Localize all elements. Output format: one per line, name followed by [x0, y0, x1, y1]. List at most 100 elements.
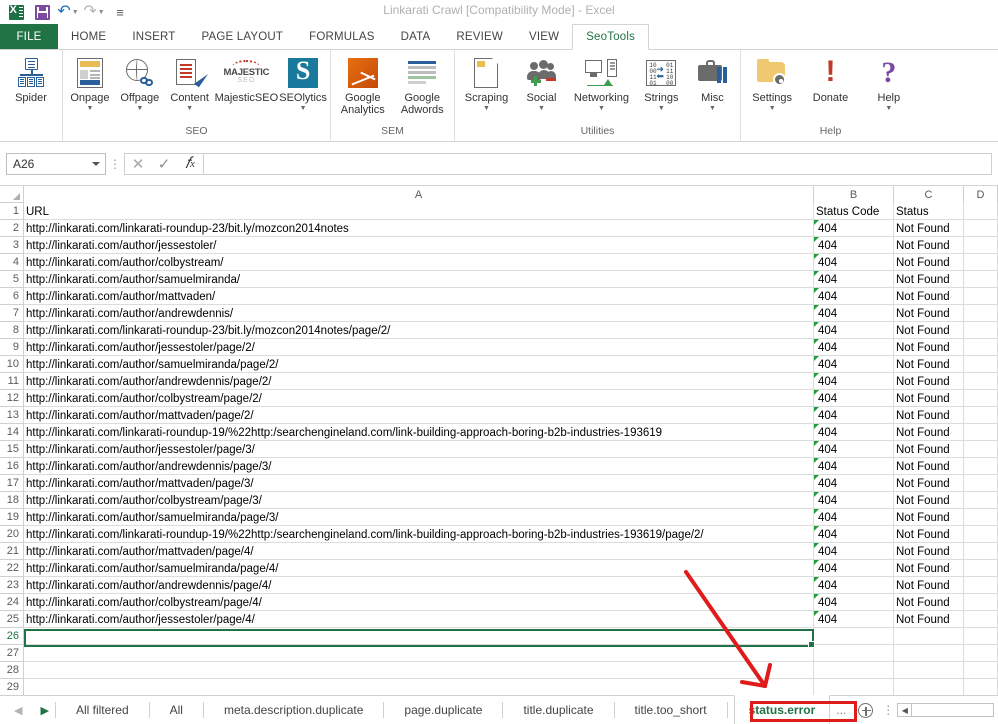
sheet-tab-all[interactable]: All — [156, 696, 197, 724]
row-header[interactable]: 25 — [0, 611, 23, 628]
cell-d[interactable] — [964, 458, 998, 475]
cell-status-code[interactable]: 404 — [814, 611, 894, 628]
select-all-button[interactable] — [0, 186, 24, 203]
cell-status-code[interactable]: 404 — [814, 526, 894, 543]
row-header[interactable]: 8 — [0, 322, 23, 339]
chevron-down-icon[interactable]: ▼ — [598, 105, 605, 113]
majesticseo-button[interactable]: MAJESTICSEO MajesticSEO — [215, 53, 279, 119]
google-adwords-button[interactable]: Google Adwords — [393, 53, 453, 119]
cell-d[interactable] — [964, 662, 998, 679]
cell-status[interactable]: Not Found — [894, 526, 964, 543]
cell-url[interactable] — [24, 679, 814, 695]
strings-button[interactable]: 1000110101111000 ➜⬅ Strings ▼ — [636, 53, 687, 119]
cell-d[interactable] — [964, 645, 998, 662]
cell-url[interactable]: http://linkarati.com/author/colbystream/… — [24, 390, 814, 407]
cell-status[interactable]: Not Found — [894, 220, 964, 237]
cell-status-code[interactable]: 404 — [814, 577, 894, 594]
enter-icon[interactable]: ✓ — [151, 154, 177, 174]
cell-status-code[interactable]: 404 — [814, 305, 894, 322]
cell-d[interactable] — [964, 628, 998, 645]
row-header[interactable]: 1 — [0, 203, 23, 220]
cell-d[interactable] — [964, 254, 998, 271]
row-header[interactable]: 13 — [0, 407, 23, 424]
google-analytics-button[interactable]: Google Analytics — [333, 53, 393, 119]
ribbon-tab-file[interactable]: FILE — [0, 24, 58, 50]
cell-status-code[interactable]: 404 — [814, 509, 894, 526]
cell-url[interactable]: http://linkarati.com/author/samuelmirand… — [24, 509, 814, 526]
ribbon-tab-seotools[interactable]: SeoTools — [572, 24, 649, 50]
previous-sheet-icon[interactable]: ◀ — [14, 704, 22, 717]
cell-d[interactable] — [964, 526, 998, 543]
row-header[interactable]: 27 — [0, 645, 23, 662]
content-button[interactable]: Content ▼ — [165, 53, 215, 119]
row-header[interactable]: 9 — [0, 339, 23, 356]
cell-status[interactable]: Not Found — [894, 305, 964, 322]
cell-status-code[interactable]: 404 — [814, 288, 894, 305]
cell-status[interactable] — [894, 645, 964, 662]
cell-d[interactable] — [964, 390, 998, 407]
cell-status-code[interactable]: 404 — [814, 424, 894, 441]
cell-status[interactable]: Not Found — [894, 611, 964, 628]
cell-d[interactable] — [964, 509, 998, 526]
cell-d[interactable] — [964, 373, 998, 390]
cell-status-code[interactable]: 404 — [814, 373, 894, 390]
row-header[interactable]: 20 — [0, 526, 23, 543]
cell-d[interactable] — [964, 203, 998, 220]
cell-url[interactable] — [24, 645, 814, 662]
row-header[interactable]: 16 — [0, 458, 23, 475]
cell-url[interactable]: http://linkarati.com/author/andrewdennis… — [24, 577, 814, 594]
sheet-tab-title-too-short[interactable]: title.too_short — [621, 696, 721, 724]
cell-status-code[interactable]: 404 — [814, 492, 894, 509]
cell-status-code[interactable] — [814, 645, 894, 662]
ribbon-tab-formulas[interactable]: FORMULAS — [296, 24, 388, 50]
help-button[interactable]: ? Help ▼ — [860, 53, 918, 119]
row-header[interactable]: 29 — [0, 679, 23, 695]
onpage-button[interactable]: Onpage ▼ — [65, 53, 115, 119]
cell-d[interactable] — [964, 594, 998, 611]
cell-status-code[interactable]: Status Code — [814, 203, 894, 220]
cell-url[interactable]: http://linkarati.com/author/jessestoler/… — [24, 441, 814, 458]
cell-status[interactable]: Not Found — [894, 373, 964, 390]
cell-url[interactable]: http://linkarati.com/author/samuelmirand… — [24, 356, 814, 373]
row-header[interactable]: 28 — [0, 662, 23, 679]
cell-url[interactable]: http://linkarati.com/linkarati-roundup-2… — [24, 220, 814, 237]
cell-status-code[interactable]: 404 — [814, 390, 894, 407]
cancel-icon[interactable]: ✕ — [125, 154, 151, 174]
cell-status-code[interactable]: 404 — [814, 237, 894, 254]
add-sheet-icon[interactable] — [858, 703, 873, 718]
misc-button[interactable]: Misc ▼ — [687, 53, 738, 119]
row-header[interactable]: 2 — [0, 220, 23, 237]
row-header[interactable]: 5 — [0, 271, 23, 288]
cell-d[interactable] — [964, 441, 998, 458]
scroll-left-icon[interactable]: ◀ — [897, 703, 912, 717]
cell-status-code[interactable]: 404 — [814, 594, 894, 611]
cell-status-code[interactable]: 404 — [814, 322, 894, 339]
cell-url[interactable]: http://linkarati.com/author/andrewdennis… — [24, 305, 814, 322]
chevron-down-icon[interactable]: ▼ — [300, 105, 307, 113]
cell-url[interactable]: http://linkarati.com/linkarati-roundup-2… — [24, 322, 814, 339]
cell-d[interactable] — [964, 611, 998, 628]
cell-status-code[interactable] — [814, 662, 894, 679]
cell-d[interactable] — [964, 271, 998, 288]
cell-status[interactable]: Not Found — [894, 237, 964, 254]
row-header[interactable]: 21 — [0, 543, 23, 560]
chevron-down-icon[interactable]: ▼ — [885, 105, 892, 113]
sheet-tab-page-duplicate[interactable]: page.duplicate — [390, 696, 496, 724]
cell-status-code[interactable]: 404 — [814, 356, 894, 373]
cell-d[interactable] — [964, 356, 998, 373]
row-header[interactable]: 22 — [0, 560, 23, 577]
cell-d[interactable] — [964, 543, 998, 560]
cell-status[interactable]: Not Found — [894, 407, 964, 424]
formula-bar-grip[interactable]: ⋮ — [106, 157, 124, 171]
cell-url[interactable]: http://linkarati.com/author/samuelmirand… — [24, 271, 814, 288]
cell-status[interactable]: Not Found — [894, 271, 964, 288]
row-header[interactable]: 10 — [0, 356, 23, 373]
cell-status[interactable]: Not Found — [894, 560, 964, 577]
row-header[interactable]: 4 — [0, 254, 23, 271]
cell-url[interactable]: http://linkarati.com/author/jessestoler/… — [24, 611, 814, 628]
column-header-b[interactable]: B — [814, 186, 894, 203]
row-header[interactable]: 7 — [0, 305, 23, 322]
cell-status[interactable]: Not Found — [894, 543, 964, 560]
cell-url[interactable] — [24, 662, 814, 679]
cell-status-code[interactable]: 404 — [814, 458, 894, 475]
